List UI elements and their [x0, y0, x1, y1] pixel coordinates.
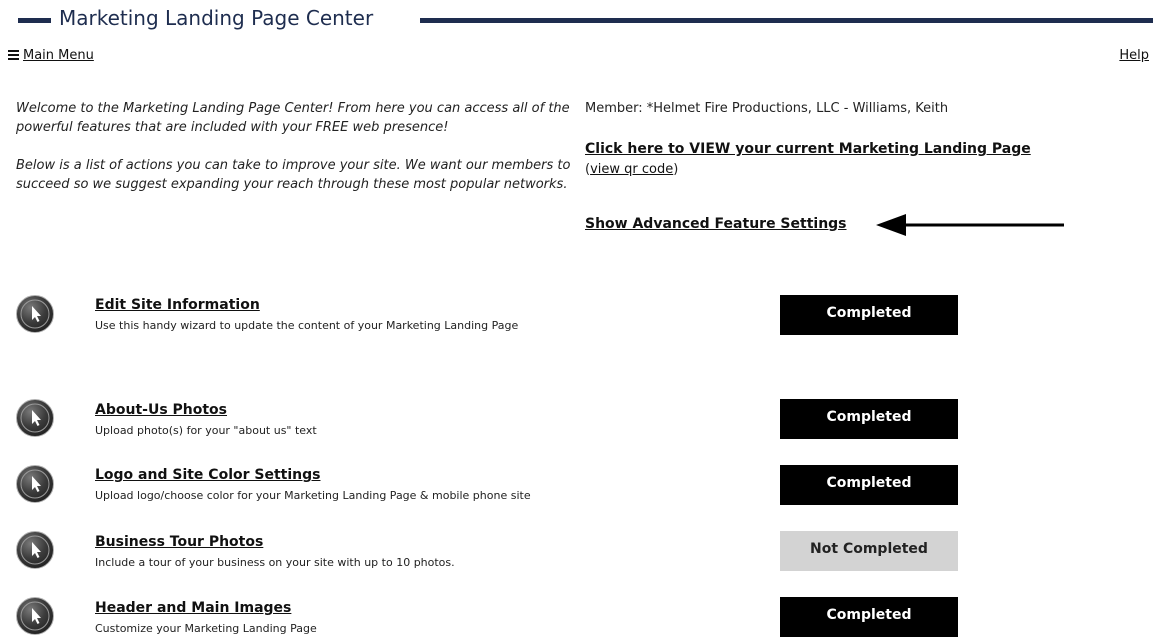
title-rule-right — [420, 18, 1153, 23]
page-title: Marketing Landing Page Center — [59, 6, 374, 30]
advanced-settings-wrapper[interactable]: Show Advanced Feature Settings — [585, 214, 847, 234]
task-title-about-us-photos[interactable]: About-Us Photos — [95, 401, 227, 419]
task-desc: Customize your Marketing Landing Page — [95, 622, 317, 635]
status-badge-completed[interactable]: Completed — [780, 465, 958, 505]
status-badge-completed[interactable]: Completed — [780, 295, 958, 335]
task-title-header-images[interactable]: Header and Main Images — [95, 599, 291, 617]
task-title-edit-site-info[interactable]: Edit Site Information — [95, 296, 260, 314]
view-landing-page-link[interactable]: Click here to VIEW your current Marketin… — [585, 141, 1031, 157]
main-menu-link[interactable]: Main Menu — [23, 48, 94, 63]
title-rule-left — [18, 18, 51, 23]
header-main-images-link[interactable]: Header and Main Images — [95, 600, 291, 616]
qr-code-wrapper[interactable]: (view qr code) — [585, 160, 678, 179]
title-bar: Marketing Landing Page Center — [18, 5, 1153, 31]
about-us-photos-link[interactable]: About-Us Photos — [95, 402, 227, 418]
logo-color-settings-link[interactable]: Logo and Site Color Settings — [95, 467, 320, 483]
status-badge-completed[interactable]: Completed — [780, 597, 958, 637]
pointer-arrow-icon — [876, 214, 1064, 236]
task-desc: Use this handy wizard to update the cont… — [95, 319, 519, 332]
help-link[interactable]: Help — [1119, 48, 1149, 63]
member-label: Member: *Helmet Fire Productions, LLC - … — [585, 101, 949, 116]
edit-site-info-link[interactable]: Edit Site Information — [95, 297, 260, 313]
status-badge-completed[interactable]: Completed — [780, 399, 958, 439]
business-tour-photos-link[interactable]: Business Tour Photos — [95, 534, 263, 550]
task-desc: Upload logo/choose color for your Market… — [95, 489, 531, 502]
task-title-business-tour[interactable]: Business Tour Photos — [95, 533, 263, 551]
status-badge-not-completed[interactable]: Not Completed — [780, 531, 958, 571]
cursor-icon[interactable] — [16, 531, 54, 569]
intro-welcome: Welcome to the Marketing Landing Page Ce… — [16, 101, 570, 135]
task-desc: Upload photo(s) for your "about us" text — [95, 424, 317, 437]
landing-page-center: Marketing Landing Page Center Main Menu … — [0, 0, 1153, 639]
cursor-icon[interactable] — [16, 465, 54, 503]
task-desc: Include a tour of your business on your … — [95, 556, 455, 569]
view-qr-code-link[interactable]: view qr code — [590, 162, 673, 177]
cursor-icon[interactable] — [16, 597, 54, 635]
task-title-logo-colors[interactable]: Logo and Site Color Settings — [95, 466, 320, 484]
hamburger-menu-icon[interactable] — [8, 49, 19, 60]
cursor-icon[interactable] — [16, 295, 54, 333]
help-nav[interactable]: Help — [1119, 47, 1149, 65]
show-advanced-settings-link[interactable]: Show Advanced Feature Settings — [585, 216, 847, 232]
intro-text: Welcome to the Marketing Landing Page Ce… — [16, 99, 581, 194]
intro-actions: Below is a list of actions you can take … — [16, 158, 571, 192]
view-landing-page-wrapper[interactable]: Click here to VIEW your current Marketin… — [585, 139, 1031, 159]
main-menu-nav[interactable]: Main Menu — [8, 47, 94, 65]
cursor-icon[interactable] — [16, 399, 54, 437]
